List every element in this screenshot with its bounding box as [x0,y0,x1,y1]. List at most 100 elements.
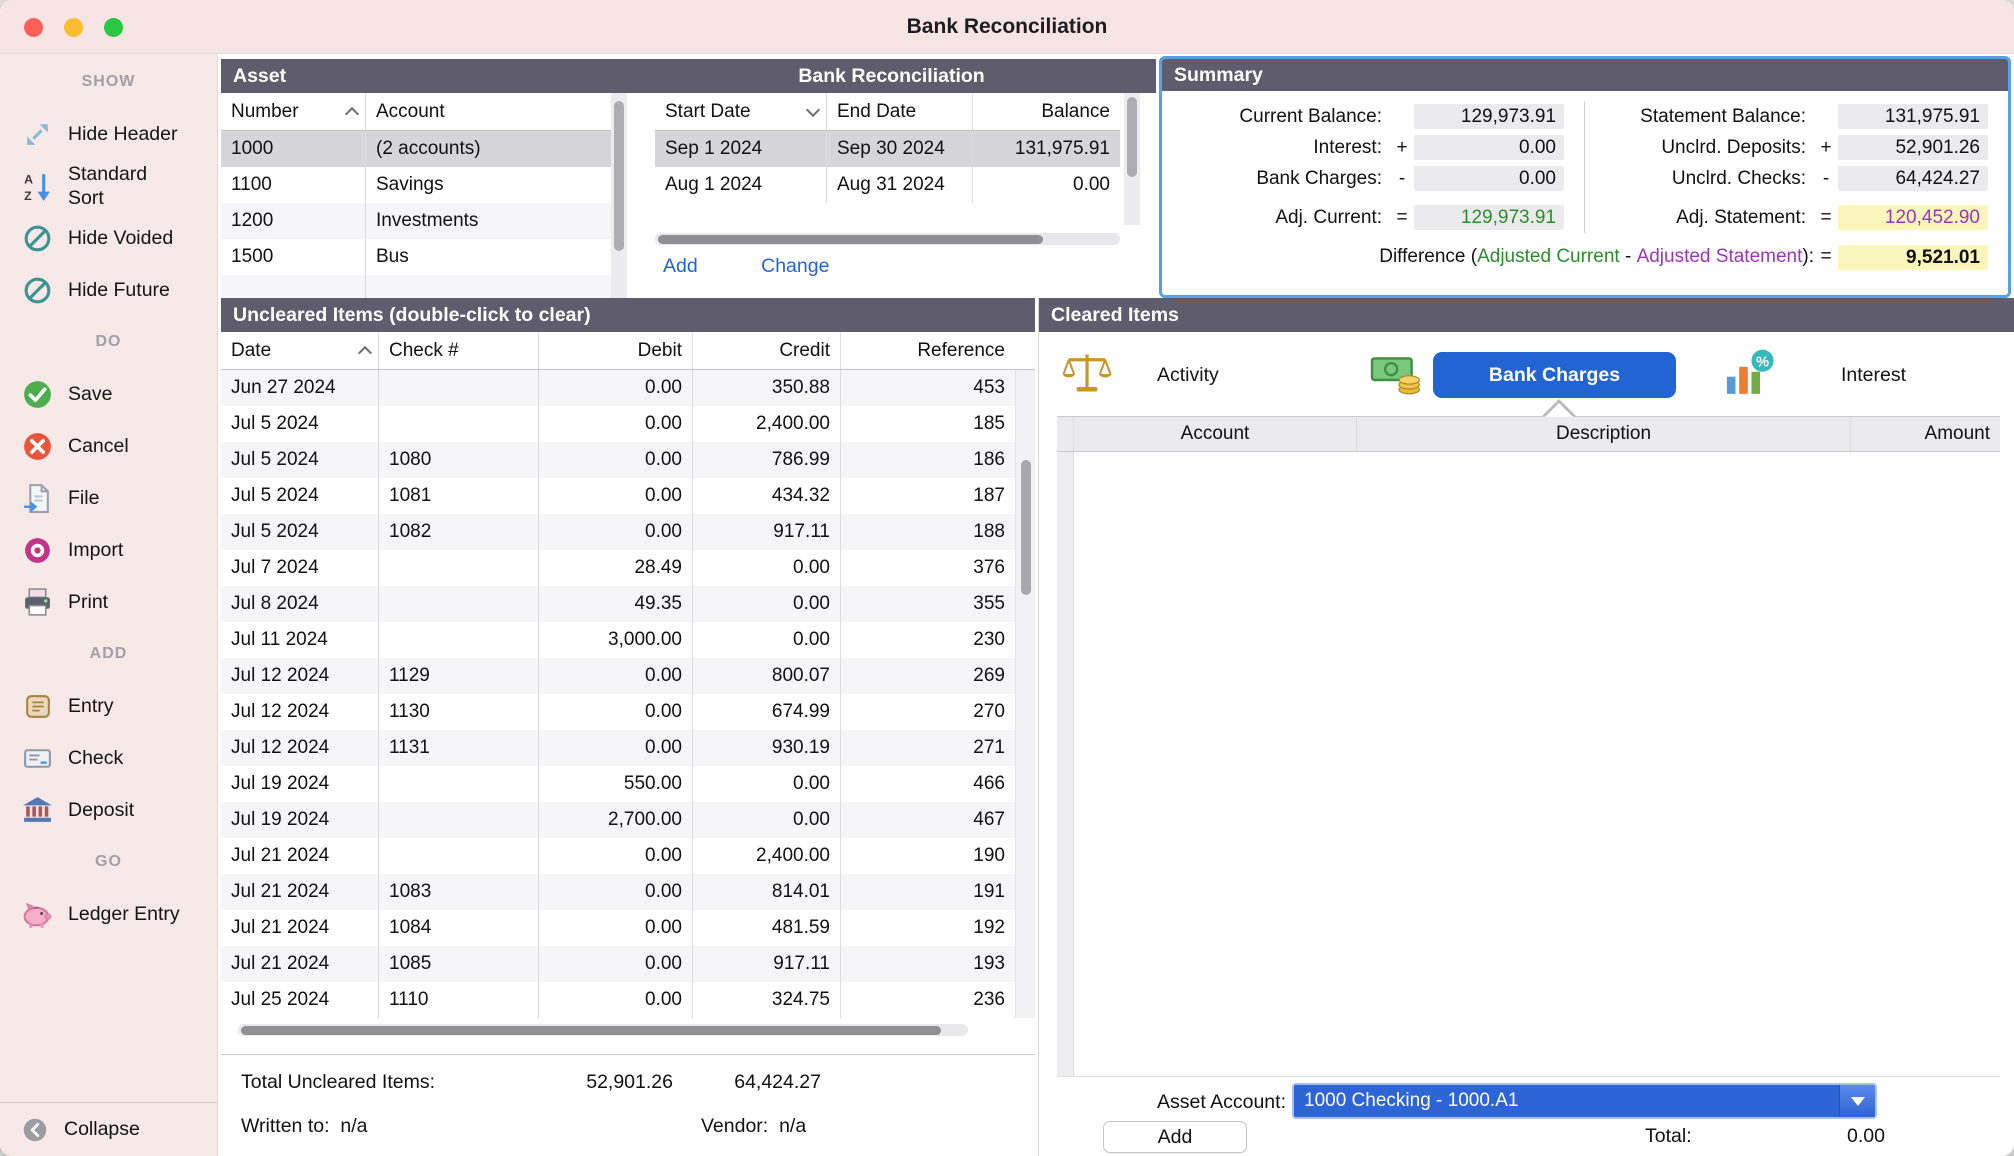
asset-account-dropdown[interactable]: 1000 Checking - 1000.A1 [1292,1083,1877,1119]
cell-debit: 3,000.00 [539,622,693,658]
asset-row[interactable]: 1500 Bus [221,239,627,275]
reconciliation-row[interactable]: Aug 1 2024 Aug 31 2024 0.00 [655,167,1120,203]
sidebar-item-file[interactable]: File [0,472,217,524]
entry-scroll-icon [20,689,54,723]
sidebar-item-print[interactable]: Print [0,576,217,628]
add-reconciliation-link[interactable]: Add [663,255,698,278]
column-header-account[interactable]: Account [366,93,611,130]
column-header-number[interactable]: Number [221,93,366,130]
column-header-date[interactable]: Date [221,332,379,369]
cell-date: Jul 19 2024 [221,802,379,838]
column-header-label: Start Date [665,93,751,130]
tab-activity[interactable]: Activity [1157,362,1219,388]
cell-reference: 230 [841,622,1015,658]
uncleared-row[interactable]: Jul 7 2024 28.49 0.00 376 [221,550,1035,586]
column-header-balance[interactable]: Balance [973,93,1120,130]
summary-operator: + [1814,137,1838,159]
uncleared-row[interactable]: Jul 19 2024 2,700.00 0.00 467 [221,802,1035,838]
reconciliation-horizontal-scrollbar[interactable] [655,233,1120,245]
cleared-vertical-scrollbar[interactable] [1057,452,1074,1076]
column-header-credit[interactable]: Credit [693,332,841,369]
cell-start-date: Sep 1 2024 [655,131,827,167]
tab-interest[interactable]: Interest [1841,362,1906,388]
cell-reference: 186 [841,442,1015,478]
cell-debit: 0.00 [539,442,693,478]
cell-check-number: 1082 [379,514,539,550]
sidebar-item-hide-future[interactable]: Hide Future [0,264,217,316]
sidebar-item-check[interactable]: Check [0,732,217,784]
asset-row[interactable]: 1000 (2 accounts) [221,131,627,167]
cell-account: Savings [366,167,611,203]
asset-vertical-scrollbar[interactable] [611,93,627,298]
uncleared-vertical-scrollbar[interactable] [1015,370,1035,1018]
cell-debit: 0.00 [539,658,693,694]
cell-reference: 271 [841,730,1015,766]
column-header-amount[interactable]: Amount [1851,417,2000,451]
summary-value: 52,901.26 [1838,135,1988,160]
dropdown-chevron-icon[interactable] [1839,1085,1875,1117]
reconciliation-table: Start Date End Date Balance Sep 1 2024 S… [655,93,1120,203]
asset-panel-title: Asset [221,59,627,93]
uncleared-row[interactable]: Jul 11 2024 3,000.00 0.00 230 [221,622,1035,658]
cell-reference: 185 [841,406,1015,442]
sidebar-item-ledger-entry[interactable]: Ledger Entry [0,888,217,940]
sidebar-item-hide-header[interactable]: Hide Header [0,108,217,160]
sidebar-item-deposit[interactable]: Deposit [0,784,217,836]
uncleared-row[interactable]: Jul 12 2024 1129 0.00 800.07 269 [221,658,1035,694]
scales-icon [1061,348,1113,400]
uncleared-row[interactable]: Jul 21 2024 1083 0.00 814.01 191 [221,874,1035,910]
cell-check-number [379,370,539,406]
uncleared-row[interactable]: Jul 12 2024 1131 0.00 930.19 271 [221,730,1035,766]
cell-check-number: 1083 [379,874,539,910]
asset-row[interactable]: 1100 Savings [221,167,627,203]
uncleared-row[interactable]: Jul 5 2024 1081 0.00 434.32 187 [221,478,1035,514]
scrollbar-thumb[interactable] [1021,460,1031,595]
column-header-start-date[interactable]: Start Date [655,93,827,130]
asset-row[interactable]: 1200 Investments [221,203,627,239]
sidebar-item-cancel[interactable]: Cancel [0,420,217,472]
summary-operator: - [1814,168,1838,190]
uncleared-row[interactable]: Jul 5 2024 1082 0.00 917.11 188 [221,514,1035,550]
cell-debit: 0.00 [539,514,693,550]
sidebar-item-import[interactable]: Import [0,524,217,576]
uncleared-row[interactable]: Jul 25 2024 1110 0.00 324.75 236 [221,982,1035,1018]
uncleared-row[interactable]: Jun 27 2024 0.00 350.88 453 [221,370,1035,406]
scrollbar-thumb[interactable] [1127,97,1137,177]
sidebar-item-entry[interactable]: Entry [0,680,217,732]
uncleared-row[interactable]: Jul 5 2024 1080 0.00 786.99 186 [221,442,1035,478]
uncleared-row[interactable]: Jul 12 2024 1130 0.00 674.99 270 [221,694,1035,730]
sort-ascending-icon [358,346,372,360]
uncleared-row[interactable]: Jul 21 2024 0.00 2,400.00 190 [221,838,1035,874]
cell-credit: 0.00 [693,766,841,802]
sidebar-item-hide-voided[interactable]: Hide Voided [0,212,217,264]
reconciliation-row[interactable]: Sep 1 2024 Sep 30 2024 131,975.91 [655,131,1120,167]
vendor-label: Vendor: [701,1115,768,1137]
sidebar-item-standard-sort[interactable]: AZ Standard Sort [0,160,217,212]
scrollbar-thumb[interactable] [614,101,624,251]
column-header-debit[interactable]: Debit [539,332,693,369]
scrollbar-thumb[interactable] [241,1026,941,1035]
column-header-end-date[interactable]: End Date [827,93,973,130]
change-reconciliation-link[interactable]: Change [761,255,829,278]
cell-credit: 917.11 [693,946,841,982]
column-header-account[interactable]: Account [1074,417,1357,451]
sidebar-item-label: Standard Sort [68,162,164,210]
uncleared-row[interactable]: Jul 21 2024 1085 0.00 917.11 193 [221,946,1035,982]
cell-reference: 376 [841,550,1015,586]
collapse-button[interactable]: Collapse [0,1102,217,1156]
reconciliation-vertical-scrollbar[interactable] [1124,93,1140,225]
tab-bank-charges[interactable]: Bank Charges [1433,352,1676,398]
summary-left-column: Current Balance: 129,973.91 Interest: + … [1162,101,1585,233]
add-cleared-item-button[interactable]: Add [1103,1121,1247,1153]
uncleared-row[interactable]: Jul 19 2024 550.00 0.00 466 [221,766,1035,802]
cell-debit: 0.00 [539,370,693,406]
column-header-check[interactable]: Check # [379,332,539,369]
uncleared-row[interactable]: Jul 21 2024 1084 0.00 481.59 192 [221,910,1035,946]
column-header-description[interactable]: Description [1357,417,1851,451]
scrollbar-thumb[interactable] [658,235,1043,244]
uncleared-row[interactable]: Jul 5 2024 0.00 2,400.00 185 [221,406,1035,442]
column-header-reference[interactable]: Reference [841,332,1015,369]
uncleared-row[interactable]: Jul 8 2024 49.35 0.00 355 [221,586,1035,622]
sidebar-item-save[interactable]: Save [0,368,217,420]
uncleared-horizontal-scrollbar[interactable] [238,1024,968,1036]
